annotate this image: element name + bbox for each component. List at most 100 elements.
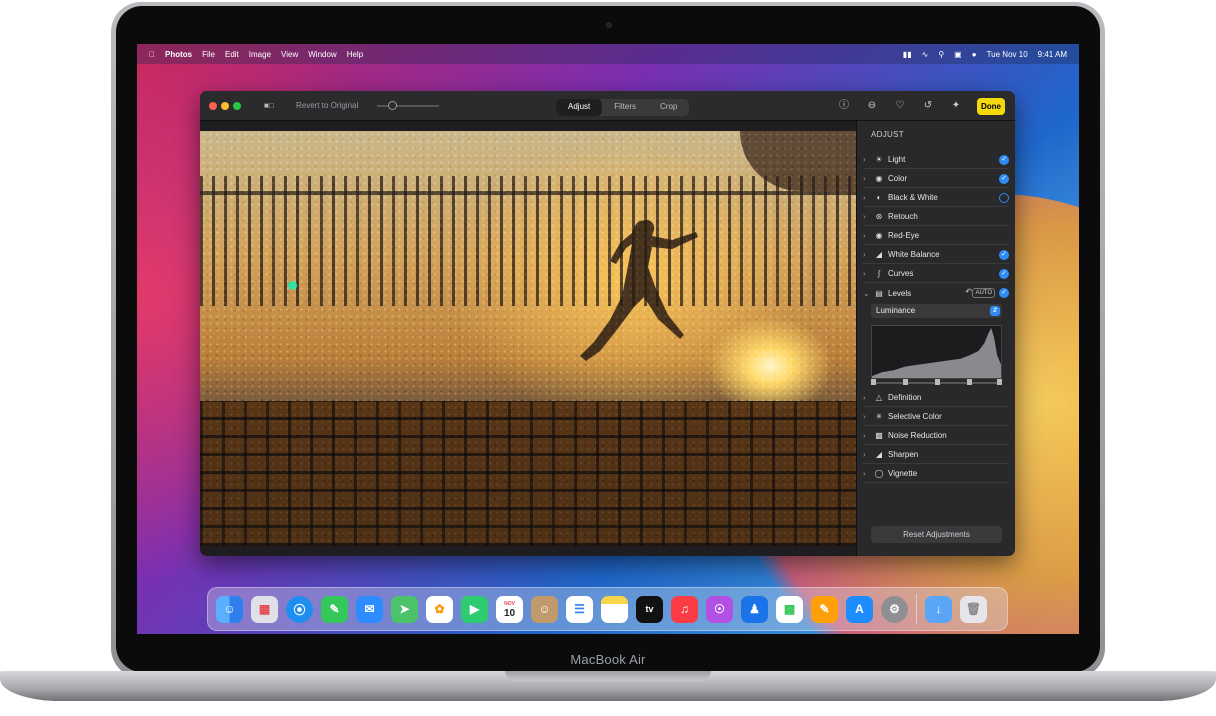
wifi-icon[interactable]: ∿ [922,50,929,59]
search-icon[interactable]: ⚲ [938,50,944,59]
adjust-item-curves[interactable]: › ∫ Curves ✓ [863,265,1009,283]
levels-black-handle[interactable] [871,379,876,385]
levels-sample-point[interactable] [288,281,297,290]
adjust-item-color[interactable]: › ◉ Color ✓ [863,170,1009,188]
keynote-icon[interactable]: ♟ [741,595,768,623]
levels-highlight-handle[interactable] [967,379,972,385]
apple-menu-icon[interactable]:  [149,50,155,59]
adjust-item-red-eye[interactable]: › ◉ Red-Eye [863,227,1009,245]
levels-mid-handle[interactable] [935,379,940,385]
menu-edit[interactable]: Edit [225,50,239,59]
rotate-icon[interactable]: ↺ [922,100,934,112]
menu-time[interactable]: 9:41 AM [1038,50,1067,59]
info-icon[interactable]: ⓘ [838,100,850,112]
chevron-right-icon[interactable]: › [863,469,873,478]
facetime-icon[interactable]: ▶ [461,595,488,623]
zoom-button[interactable] [233,102,241,110]
enabled-checkmark-icon[interactable]: ✓ [999,288,1009,298]
chevron-right-icon[interactable]: › [863,193,873,202]
reset-adjustments-button[interactable]: Reset Adjustments [871,526,1002,543]
sun-icon: ☀ [875,155,883,164]
chevron-right-icon[interactable]: › [863,269,873,278]
chevron-down-icon[interactable]: ⌄ [863,289,873,298]
control-center-icon[interactable]: ▣ [954,50,962,59]
maps-icon[interactable]: ➤ [391,595,418,623]
zoom-slider-knob[interactable] [388,101,397,110]
photo-canvas[interactable] [200,131,856,546]
adjust-item-levels[interactable]: ⌄ ▤ Levels ↶ AUTO ✓ [863,284,1009,302]
adjust-item-selective-color[interactable]: › ✳ Selective Color [863,408,1009,426]
close-button[interactable] [209,102,217,110]
downloads-folder-icon[interactable]: ↓ [925,595,952,623]
chevron-right-icon[interactable]: › [863,412,873,421]
numbers-icon[interactable]: ▩ [776,595,803,623]
levels-white-handle[interactable] [997,379,1002,385]
tab-adjust[interactable]: Adjust [556,99,603,116]
safari-icon[interactable]: ⦿ [286,595,313,623]
levels-shadow-handle[interactable] [903,379,908,385]
enabled-checkmark-icon[interactable]: ✓ [999,155,1009,165]
messages-icon[interactable]: ✎ [321,595,348,623]
zoom-slider-track[interactable] [377,105,439,107]
adjust-item-definition[interactable]: › △ Definition [863,389,1009,407]
adjust-item-retouch[interactable]: › ⊛ Retouch [863,208,1009,226]
app-store-icon[interactable]: A [846,595,873,623]
chevron-right-icon[interactable]: › [863,155,873,164]
menu-help[interactable]: Help [347,50,363,59]
calendar-icon[interactable]: NOV 10 [496,595,523,623]
revert-button[interactable]: Revert to Original [296,101,358,110]
enabled-checkmark-icon[interactable]: ✓ [999,269,1009,279]
menu-view[interactable]: View [281,50,298,59]
adjust-item-noise-reduction[interactable]: › ▩ Noise Reduction [863,427,1009,445]
adjust-item-sharpen[interactable]: › ◢ Sharpen [863,446,1009,464]
heart-icon[interactable]: ♡ [894,100,906,112]
adjust-item-white-balance[interactable]: › ◢ White Balance ✓ [863,246,1009,264]
levels-slider-track[interactable] [871,379,1002,385]
music-icon[interactable]: ♫ [671,595,698,623]
tv-icon[interactable]: tv [636,595,663,623]
menu-date[interactable]: Tue Nov 10 [987,50,1028,59]
podcasts-icon[interactable]: ☉ [706,595,733,623]
chevron-right-icon[interactable]: › [863,393,873,402]
launchpad-icon[interactable]: ▦ [251,595,278,623]
finder-icon[interactable]: ☺ [216,595,243,623]
photos-icon[interactable]: ✿ [426,595,453,623]
chevron-right-icon[interactable]: › [863,450,873,459]
levels-channel-select[interactable]: Luminance ⇵ [871,304,1002,318]
adjust-item-label: Color [888,174,908,183]
siri-icon[interactable]: ● [972,50,977,59]
contacts-icon[interactable]: ☺ [531,595,558,623]
battery-icon[interactable]: ▮▮ [903,50,912,59]
pages-icon[interactable]: ✎ [811,595,838,623]
reminders-icon[interactable]: ☰ [566,595,593,623]
notes-icon[interactable] [601,595,628,623]
chevron-right-icon[interactable]: › [863,250,873,259]
menu-window[interactable]: Window [308,50,336,59]
adjust-item-light[interactable]: › ☀ Light ✓ [863,151,1009,169]
chevron-right-icon[interactable]: › [863,231,873,240]
adjust-item-black-white[interactable]: › ◐ Black & White [863,189,1009,207]
done-button[interactable]: Done [977,98,1005,115]
disabled-circle-icon[interactable] [999,193,1009,203]
auto-button[interactable]: AUTO [972,288,995,298]
enabled-checkmark-icon[interactable]: ✓ [999,250,1009,260]
menu-file[interactable]: File [202,50,215,59]
system-preferences-icon[interactable]: ⚙ [881,595,908,623]
enabled-checkmark-icon[interactable]: ✓ [999,174,1009,184]
minus-icon[interactable]: ⊖ [866,100,878,112]
menu-app-name[interactable]: Photos [165,50,192,59]
chevron-right-icon[interactable]: › [863,174,873,183]
undo-icon[interactable]: ↶ [965,287,972,296]
chevron-right-icon[interactable]: › [863,212,873,221]
tab-filters[interactable]: Filters [602,99,648,116]
tab-crop[interactable]: Crop [648,99,689,116]
enhance-icon[interactable]: ✦ [950,100,962,112]
minimize-button[interactable] [221,102,229,110]
adjust-item-vignette[interactable]: › ◯ Vignette [863,465,1009,483]
menu-image[interactable]: Image [249,50,271,59]
trash-icon[interactable]: 🗑 [960,595,987,623]
compare-view-icon[interactable]: ■□ [264,101,282,111]
mail-icon[interactable]: ✉ [356,595,383,623]
chevron-right-icon[interactable]: › [863,431,873,440]
white-balance-icon: ◢ [875,250,883,259]
